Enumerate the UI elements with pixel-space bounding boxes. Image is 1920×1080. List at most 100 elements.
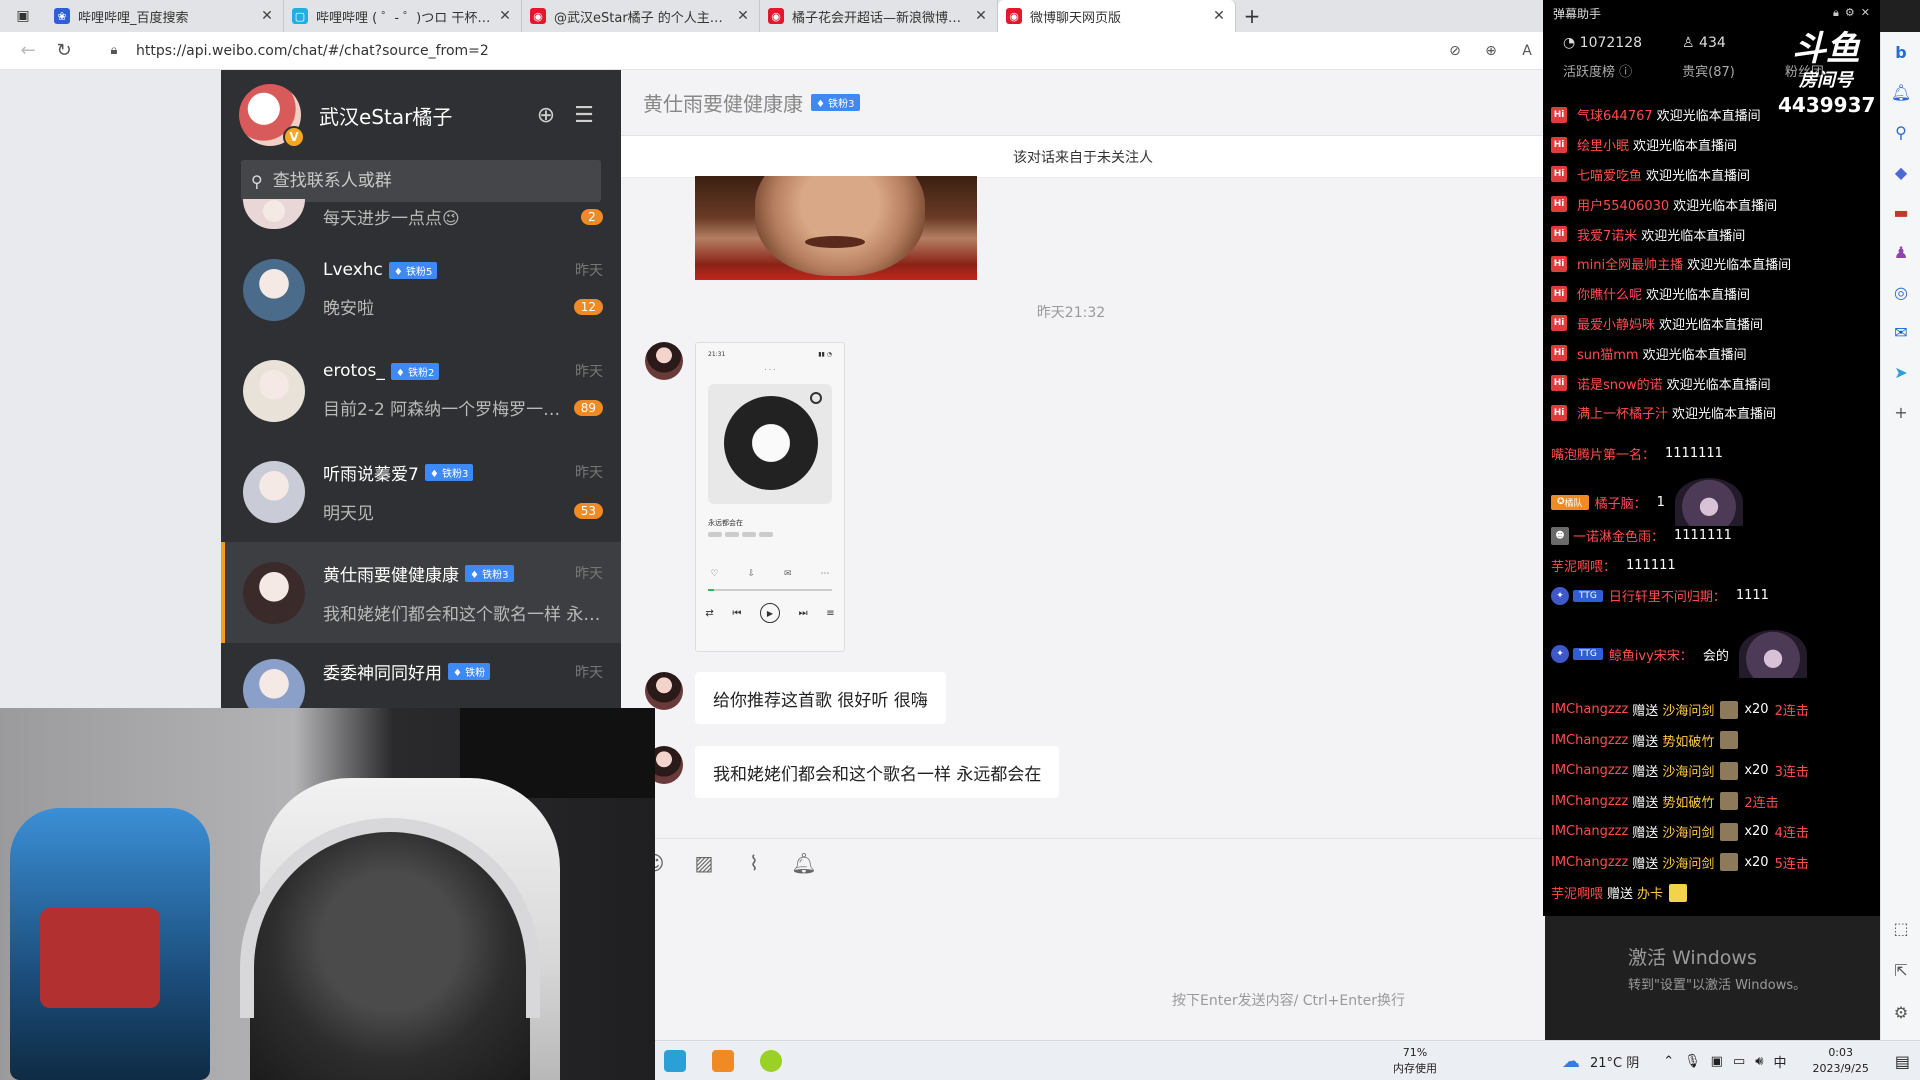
microphone-icon[interactable]: 🎙︎ xyxy=(1684,1054,1701,1069)
lock-icon[interactable]: 🔒︎ xyxy=(102,43,126,58)
close-icon[interactable]: ✕ xyxy=(259,8,275,24)
gifter-name[interactable]: IMChangzzz xyxy=(1551,733,1628,748)
tab-vip[interactable]: 贵宾(87) xyxy=(1682,61,1735,80)
contact-item[interactable]: erotos_ ♦ 铁粉2 昨天 目前2-2 阿森纳一个罗梅罗一个大佬 89 xyxy=(221,340,621,441)
gifter-name[interactable]: IMChangzzz xyxy=(1551,702,1628,717)
back-icon[interactable]: ← xyxy=(10,33,46,69)
avatar[interactable] xyxy=(645,342,683,380)
gear-icon[interactable]: ⚙ xyxy=(1881,992,1920,1032)
image-icon[interactable]: ▨ xyxy=(691,851,717,875)
search-icon[interactable]: ⚲ xyxy=(1881,112,1920,152)
avatar[interactable]: V xyxy=(239,84,305,148)
tab-activity[interactable]: 活跃度榜 ⓘ xyxy=(1563,61,1632,80)
avatar[interactable] xyxy=(243,359,305,422)
toolbox-icon[interactable]: ▬ xyxy=(1881,192,1920,232)
camera-icon[interactable]: ▣ xyxy=(1711,1054,1723,1069)
add-icon[interactable]: + xyxy=(1881,392,1920,432)
taskbar-app-icon[interactable] xyxy=(703,1041,743,1080)
viewer-name[interactable]: 用户55406030 xyxy=(1577,195,1669,214)
close-icon[interactable]: ✕ xyxy=(1861,6,1870,20)
bell-icon[interactable]: 🔔︎ xyxy=(1881,72,1920,112)
chevron-up-icon[interactable]: ⌃ xyxy=(1663,1054,1674,1069)
avatar[interactable] xyxy=(243,258,305,321)
shopping-icon[interactable]: ◆ xyxy=(1881,152,1920,192)
contact-item[interactable]: 委委神同同好用 ♦ 铁粉 昨天 xyxy=(221,643,621,710)
viewer-name[interactable]: mini全网最帅主播 xyxy=(1577,254,1683,273)
contact-item[interactable]: Lvexhc ♦ 铁粉5 昨天 晚安啦 12 xyxy=(221,239,621,340)
taskbar-app-icon[interactable] xyxy=(655,1041,695,1080)
contact-item[interactable]: 每天进步一点点😉 2 xyxy=(221,183,621,239)
avatar[interactable] xyxy=(243,460,305,523)
browser-tab[interactable]: ◉ 微博聊天网页版 ✕ xyxy=(998,0,1236,32)
read-aloud-icon[interactable]: A xyxy=(1509,43,1545,59)
close-icon[interactable]: ✕ xyxy=(1211,8,1227,24)
close-icon[interactable]: ✕ xyxy=(497,8,513,24)
zoom-icon[interactable]: ⊕ xyxy=(1473,43,1509,59)
network-icon[interactable]: ▭ xyxy=(1733,1054,1745,1069)
memory-usage[interactable]: 71% 内存使用 xyxy=(1385,1041,1445,1080)
viewer-name[interactable]: 你瞧什么呢 xyxy=(1577,284,1642,303)
viewer-name[interactable]: 最爱小静妈咪 xyxy=(1577,314,1655,333)
text-message[interactable]: 我和姥姥们都会和这个歌名一样 永远都会在 xyxy=(695,746,1060,798)
screenshot-message[interactable]: 21:31 ▮▮ ◔ · · · 永远都会在 ♡ ⇩ ✉ ⋯ ⇄ ⏮ ▶ ⏭ ≡ xyxy=(695,342,845,652)
tab-actions-icon[interactable]: ▣ xyxy=(0,0,46,32)
browser-tab[interactable]: ▢ 哔哩哔哩 ( ゜- ゜)つロ 干杯~-bilibili✕ xyxy=(284,0,522,32)
url-field[interactable]: https://api.weibo.com/chat/#/chat?source… xyxy=(136,43,1437,59)
notification-icon[interactable]: ▤ xyxy=(1895,1052,1910,1071)
avatar[interactable] xyxy=(645,672,683,710)
gear-icon[interactable]: ⚙ xyxy=(1845,6,1855,20)
gifter-name[interactable]: IMChangzzz xyxy=(1551,855,1628,870)
viewer-name[interactable]: 绘里小眠 xyxy=(1577,135,1629,154)
message-input[interactable] xyxy=(621,882,1545,1032)
cloud-icon[interactable]: ☁ xyxy=(1562,1051,1580,1072)
new-tab-button[interactable]: + xyxy=(1236,0,1268,32)
browser-tab[interactable]: ◉ @武汉eStar橘子 的个人主页 - 微博✕ xyxy=(522,0,760,32)
chatter-name[interactable]: 鲸鱼ivy宋宋： xyxy=(1609,645,1693,664)
taskbar-app-icon[interactable] xyxy=(751,1041,791,1080)
weather-text[interactable]: 21°C 阴 xyxy=(1590,1052,1639,1071)
viewer-name[interactable]: 满上一杯橘子汁 xyxy=(1577,403,1668,422)
chatter-name[interactable]: 芋泥啊喂： xyxy=(1551,556,1616,575)
viewer-name[interactable]: 我爱7诺米 xyxy=(1577,225,1637,244)
clock[interactable]: 0:03 2023/9/25 xyxy=(1812,1045,1868,1077)
external-link-icon[interactable]: ⇱ xyxy=(1881,950,1920,990)
text-message[interactable]: 给你推荐这首歌 很好听 很嗨 xyxy=(695,672,946,724)
volume-icon[interactable]: 🔊︎ xyxy=(1755,1054,1763,1069)
gifter-name[interactable]: IMChangzzz xyxy=(1551,794,1628,809)
contact-item[interactable]: 黄仕雨要健健康康 ♦ 铁粉3 昨天我和姥姥们都会和这个歌名一样 永远都会在 xyxy=(221,542,621,643)
close-icon[interactable]: ✕ xyxy=(735,8,751,24)
chatter-name[interactable]: 日行轩里不问归期： xyxy=(1609,586,1726,605)
avatar[interactable] xyxy=(243,561,305,624)
avatar[interactable] xyxy=(243,659,305,710)
copilot-icon[interactable]: b xyxy=(1881,32,1920,72)
avatar[interactable] xyxy=(243,199,305,229)
chatter-name[interactable]: 橘子脑： xyxy=(1595,493,1647,512)
office-icon[interactable]: ◎ xyxy=(1881,272,1920,312)
browser-tab[interactable]: ◉ 橘子花会开超话—新浪微博超话 ✕ xyxy=(760,0,998,32)
send-icon[interactable]: ➤ xyxy=(1881,352,1920,392)
chatter-name[interactable]: 嘴泡腾片第一名： xyxy=(1551,444,1655,463)
ime-indicator[interactable]: 中 xyxy=(1773,1052,1786,1071)
menu-icon[interactable]: ☰ xyxy=(565,103,603,128)
browser-tab[interactable]: ❀ 哔哩哔哩_百度搜索 ✕ xyxy=(46,0,284,32)
close-icon[interactable]: ✕ xyxy=(973,8,989,24)
attachment-icon[interactable]: ⌇ xyxy=(741,851,767,875)
refresh-icon[interactable]: ↻ xyxy=(46,33,82,69)
viewer-name[interactable]: 诺是snow的诺 xyxy=(1577,374,1663,393)
avatar[interactable] xyxy=(1674,478,1743,526)
games-icon[interactable]: ♟ xyxy=(1881,232,1920,272)
contact-item[interactable]: 听雨说蓁爱7 ♦ 铁粉3 昨天 明天见 53 xyxy=(221,441,621,542)
chatter-name[interactable]: 一诺淋金色雨： xyxy=(1573,526,1664,545)
new-chat-icon[interactable]: ⊕ xyxy=(527,103,565,128)
lock-icon[interactable]: 🔒︎ xyxy=(1833,6,1839,20)
viewer-name[interactable]: 气球644767 xyxy=(1577,105,1653,124)
mute-icon[interactable]: ⊘ xyxy=(1437,43,1473,59)
viewer-name[interactable]: 七喵爱吃鱼 xyxy=(1577,165,1642,184)
outlook-icon[interactable]: ✉ xyxy=(1881,312,1920,352)
bell-icon[interactable]: 🔔︎ xyxy=(791,851,817,875)
avatar[interactable] xyxy=(1738,630,1807,678)
image-message[interactable] xyxy=(695,176,977,280)
gifter-name[interactable]: IMChangzzz xyxy=(1551,763,1628,778)
gifter-name[interactable]: 芋泥啊喂 xyxy=(1551,883,1603,902)
screenshot-icon[interactable]: ⬚ xyxy=(1881,908,1920,948)
